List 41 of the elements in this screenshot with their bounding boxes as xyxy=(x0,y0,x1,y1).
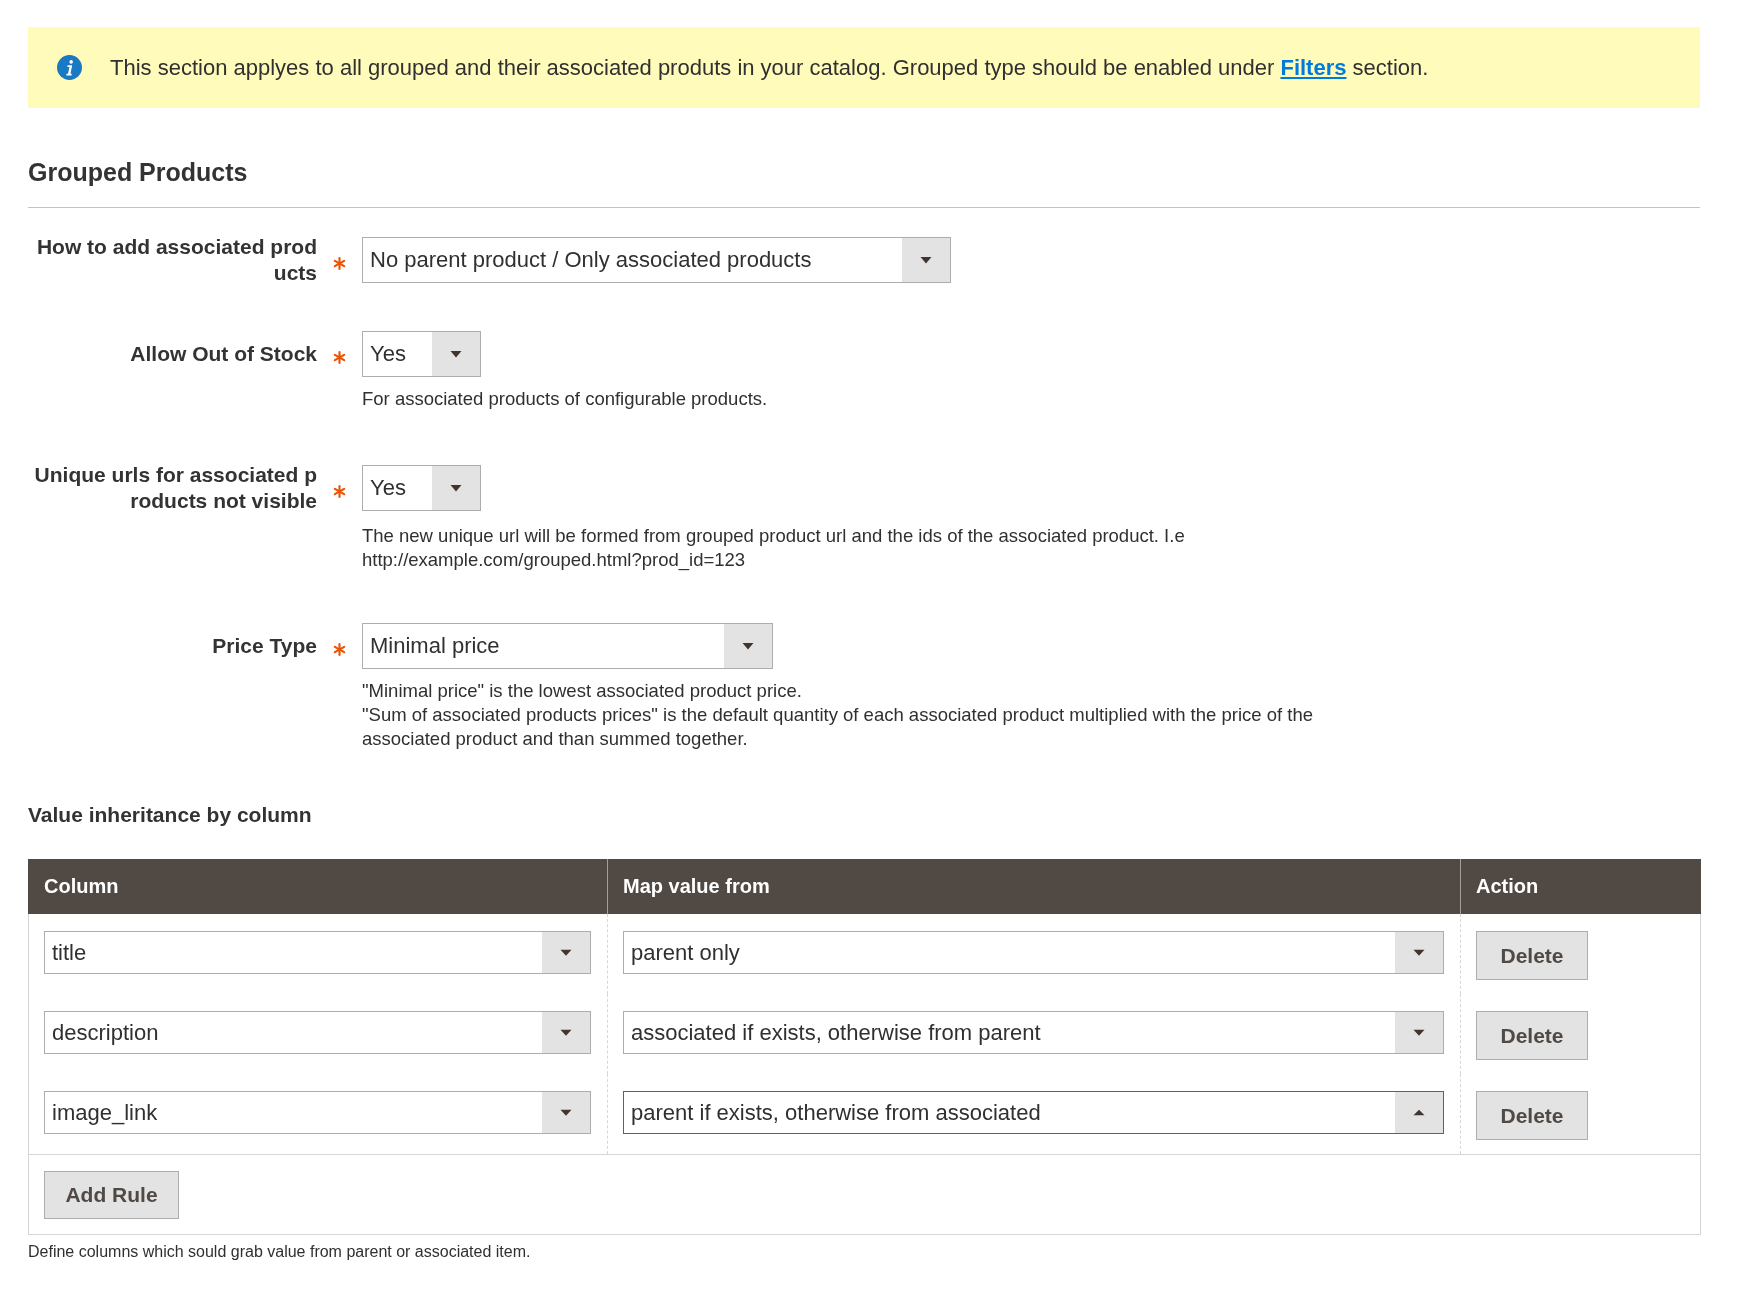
dropdown[interactable]: image_link xyxy=(44,1091,591,1134)
section-heading: Grouped Products xyxy=(28,157,1700,208)
field-hint: "Sum of associated products prices" is the default quantity of each associated product multiplied with the price of the associated product and than summed together. xyxy=(362,703,1314,751)
column-header: Action xyxy=(1460,859,1701,914)
caret-icon xyxy=(542,1012,590,1053)
caret-icon xyxy=(902,238,950,282)
add-rule-button[interactable]: Add Rule xyxy=(44,1171,179,1219)
field-hint: "Minimal price" is the lowest associated product price. xyxy=(362,679,803,703)
caret-icon xyxy=(1395,1012,1443,1053)
notice-text: This section applyes to all grouped and their associated produts in your catalog. Grouped type should be enabled under Filters section. xyxy=(110,54,1429,81)
field-hint: Define columns which sould grab value from parent or associated item. xyxy=(28,1242,532,1261)
caret-icon xyxy=(432,332,480,376)
caret-icon xyxy=(542,1092,590,1133)
caret-icon xyxy=(1395,932,1443,973)
dropdown[interactable]: No parent product / Only associated products xyxy=(362,237,951,283)
dropdown[interactable]: Yes xyxy=(362,465,481,511)
field-label: Price Type xyxy=(211,633,317,659)
field-label: Allow Out of Stock xyxy=(129,341,317,367)
caret-icon xyxy=(542,932,590,973)
delete-button[interactable]: Delete xyxy=(1476,1011,1588,1060)
subsection-heading: Value inheritance by column xyxy=(28,802,313,828)
dropdown[interactable]: description xyxy=(44,1011,591,1054)
field-hint: The new unique url will be formed from grouped product url and the ids of the associated product. I.e http://example.com/grouped.html?prod_id=123 xyxy=(362,524,1186,572)
dropdown[interactable]: associated if exists, otherwise from parent xyxy=(623,1011,1444,1054)
dropdown[interactable]: parent if exists, otherwise from associated xyxy=(623,1091,1444,1134)
dropdown[interactable]: title xyxy=(44,931,591,974)
column-header: Column xyxy=(28,859,608,914)
delete-button[interactable]: Delete xyxy=(1476,1091,1588,1140)
dropdown[interactable]: Yes xyxy=(362,331,481,377)
field-label: Unique urls for associated products not visible xyxy=(33,462,317,514)
column-header: Map value from xyxy=(607,859,1461,914)
caret-icon xyxy=(724,624,772,668)
info-icon xyxy=(57,55,82,80)
notice-link[interactable]: Filters xyxy=(1280,54,1347,80)
dropdown[interactable]: parent only xyxy=(623,931,1444,974)
field-hint: For associated products of configurable products. xyxy=(362,387,769,411)
delete-button[interactable]: Delete xyxy=(1476,931,1588,980)
caret-icon xyxy=(432,466,480,510)
field-label: How to add associated products xyxy=(35,234,317,286)
dropdown[interactable]: Minimal price xyxy=(362,623,773,669)
caret-icon xyxy=(1395,1092,1443,1133)
